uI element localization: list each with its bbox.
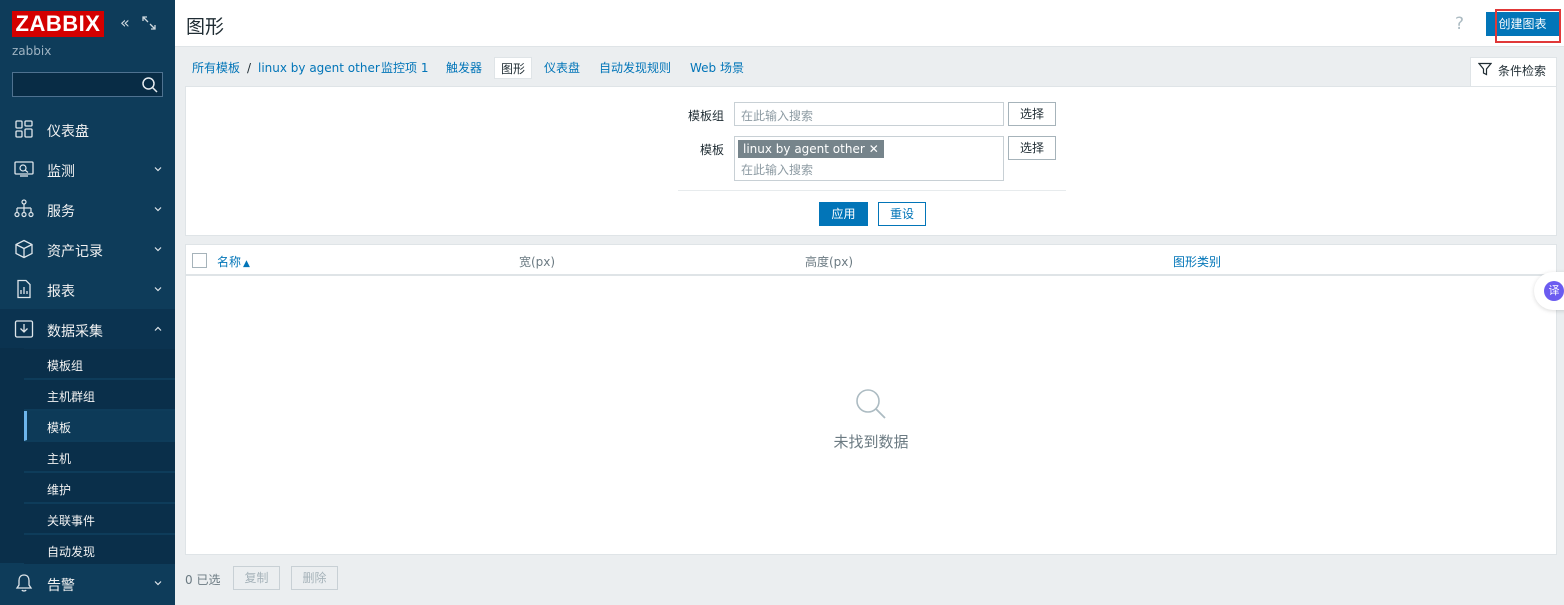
chevron-down-icon — [153, 203, 163, 213]
nav-item-label: 服务 — [47, 204, 75, 220]
column-height: 高度(px) — [805, 255, 854, 269]
column-width: 宽(px) — [519, 255, 556, 269]
apply-button[interactable]: 应用 — [819, 202, 868, 226]
chevron-down-icon — [153, 243, 163, 253]
template-group-input[interactable]: 在此输入搜索 — [734, 102, 1004, 126]
chevron-down-icon — [153, 163, 163, 173]
breadcrumb-separator: / — [247, 61, 252, 75]
template-select-button[interactable]: 选择 — [1008, 136, 1056, 160]
tab-items[interactable]: 监控项 1 — [381, 57, 428, 79]
reset-button[interactable]: 重设 — [878, 202, 926, 226]
submenu-item-event-correlation[interactable]: 关联事件 — [24, 504, 175, 534]
nav-item-services[interactable]: 服务 — [0, 189, 175, 229]
nav-item-label: 仪表盘 — [47, 124, 89, 140]
nav-item-label: 监测 — [47, 164, 75, 180]
tag-label: linux by agent other — [743, 142, 865, 156]
selected-count: 0 已选 — [185, 573, 221, 587]
alerts-icon — [14, 573, 34, 593]
nav-item-alerts[interactable]: 告警 — [0, 563, 175, 603]
column-graph-type[interactable]: 图形类别 — [1173, 253, 1221, 270]
submenu-item-label: 自动发现 — [47, 545, 96, 559]
submenu-item-maintenance[interactable]: 维护 — [24, 473, 175, 503]
template-group-select-button[interactable]: 选择 — [1008, 102, 1056, 126]
server-name: zabbix — [12, 44, 52, 58]
tab-dashboards[interactable]: 仪表盘 — [544, 57, 580, 79]
filter-panel: 模板组 在此输入搜索 选择 模板 linux by agent other ✕ 在… — [185, 86, 1557, 236]
filter-icon — [1477, 62, 1493, 76]
submenu-item-template-groups[interactable]: 模板组 — [24, 349, 175, 379]
collapse-sidebar-icon[interactable]: « — [120, 15, 136, 32]
template-input[interactable]: linux by agent other ✕ 在此输入搜索 — [734, 136, 1004, 181]
page-header: 图形 ? 创建图表 — [175, 0, 1564, 47]
column-name-label: 名称 — [217, 255, 242, 269]
tab-web-scenarios[interactable]: Web 场景 — [690, 57, 744, 79]
nav-item-label: 资产记录 — [47, 244, 103, 260]
template-label: 模板 — [700, 143, 725, 157]
logo-row: ZABBIX « — [12, 11, 170, 37]
submenu-item-discovery[interactable]: 自动发现 — [24, 535, 175, 565]
nav-item-label: 告警 — [47, 578, 75, 594]
submenu-item-label: 模板组 — [47, 359, 84, 373]
submenu-item-label: 模板 — [47, 421, 72, 435]
table-header: 名称 ▲ 宽(px) 高度(px) 图形类别 — [186, 245, 1556, 276]
zabbix-logo[interactable]: ZABBIX — [12, 11, 104, 37]
graphs-table: 名称 ▲ 宽(px) 高度(px) 图形类别 未找到数据 — [185, 244, 1557, 555]
translate-icon: 译 — [1544, 281, 1564, 301]
nav-item-label: 报表 — [47, 284, 75, 300]
help-icon[interactable]: ? — [1455, 14, 1464, 34]
chevron-up-icon — [153, 323, 163, 333]
submenu-item-host-groups[interactable]: 主机群组 — [24, 380, 175, 410]
tab-triggers[interactable]: 触发器 — [446, 57, 482, 79]
breadcrumb-all-templates[interactable]: 所有模板 — [192, 57, 240, 79]
submenu-item-hosts[interactable]: 主机 — [24, 442, 175, 472]
nav-item-inventory[interactable]: 资产记录 — [0, 229, 175, 269]
dashboard-icon — [14, 119, 34, 139]
delete-button[interactable]: 删除 — [291, 566, 338, 590]
reports-icon — [14, 279, 34, 299]
services-icon — [14, 199, 34, 219]
nav-item-dashboard[interactable]: 仪表盘 — [0, 109, 175, 149]
nav-item-monitoring[interactable]: 监测 — [0, 149, 175, 189]
submenu-item-label: 主机 — [47, 452, 72, 466]
highlight-box — [1495, 9, 1561, 43]
breadcrumb-template[interactable]: linux by agent other — [258, 57, 380, 79]
inventory-icon — [14, 239, 34, 259]
tab-discovery-rules[interactable]: 自动发现规则 — [599, 57, 671, 79]
sort-asc-icon: ▲ — [243, 259, 250, 269]
filter-tab[interactable]: 条件检索 — [1470, 57, 1557, 87]
chevron-down-icon — [153, 577, 163, 587]
column-name[interactable]: 名称 ▲ — [217, 253, 250, 270]
submenu-rail — [0, 348, 24, 563]
translate-button[interactable]: 译 — [1534, 272, 1564, 310]
sidebar: ZABBIX « zabbix 仪表盘 监测 服务 资产记录 报表 数据采集 模… — [0, 0, 175, 605]
nav-item-reports[interactable]: 报表 — [0, 269, 175, 309]
submenu-item-label: 维护 — [47, 483, 72, 497]
nav-item-data-collection[interactable]: 数据采集 — [0, 309, 175, 349]
filter-tab-label: 条件检索 — [1498, 64, 1547, 78]
template-group-placeholder: 在此输入搜索 — [741, 109, 814, 123]
submenu-item-label: 主机群组 — [47, 390, 96, 404]
select-all-checkbox[interactable] — [192, 253, 207, 268]
filter-divider — [678, 190, 1066, 191]
submenu-item-templates[interactable]: 模板 — [24, 411, 175, 441]
nav-item-label: 数据采集 — [47, 324, 103, 340]
tab-graphs[interactable]: 图形 — [494, 57, 533, 79]
submenu-item-label: 关联事件 — [47, 514, 96, 528]
sidebar-search — [12, 72, 163, 97]
no-data-search-icon — [854, 387, 888, 421]
data-collection-icon — [14, 319, 34, 339]
search-icon[interactable] — [140, 75, 160, 95]
template-group-label: 模板组 — [688, 109, 725, 123]
monitoring-icon — [14, 159, 34, 179]
chevron-down-icon — [153, 283, 163, 293]
kiosk-mode-icon[interactable] — [142, 16, 156, 30]
template-placeholder: 在此输入搜索 — [741, 163, 814, 177]
empty-state-text: 未找到数据 — [833, 433, 909, 451]
selected-template-tag: linux by agent other ✕ — [738, 140, 884, 158]
remove-tag-icon[interactable]: ✕ — [869, 142, 879, 156]
sidebar-search-input[interactable] — [13, 73, 138, 96]
copy-button[interactable]: 复制 — [233, 566, 280, 590]
page-title: 图形 — [186, 16, 225, 38]
